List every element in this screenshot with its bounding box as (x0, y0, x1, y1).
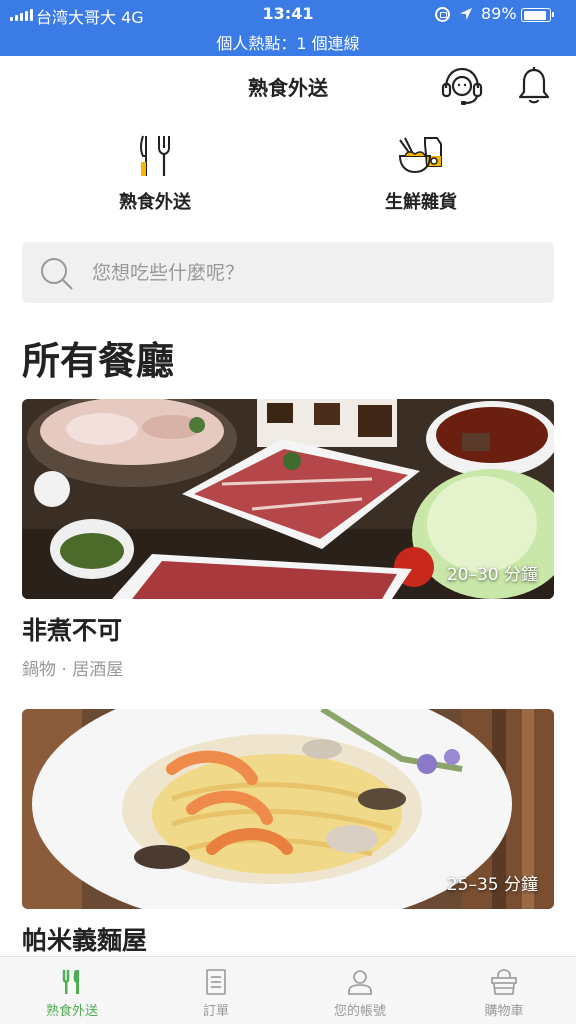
battery-percent: 89% (481, 4, 517, 23)
nav-label: 您的帳號 (333, 1004, 386, 1019)
page-title: 熟食外送 (248, 76, 328, 100)
basket-icon (491, 969, 517, 995)
category-grocery[interactable]: 生鮮雜貨 (331, 132, 511, 222)
utensils-icon (140, 135, 170, 176)
nav-label: 訂單 (202, 1004, 229, 1019)
restaurant-card[interactable]: 20–30 分鐘 非煮不可 鍋物 · 居酒屋 (22, 399, 554, 680)
rotation-lock-icon (435, 7, 450, 22)
person-icon (348, 970, 372, 995)
section-title: 所有餐廳 (22, 339, 175, 383)
delivery-eta: 25–35 分鐘 (446, 875, 538, 895)
nav-label: 熟食外送 (45, 1004, 98, 1019)
nav-cart[interactable]: 購物車 (432, 957, 576, 1024)
bottom-nav: 熟食外送 訂單 您的帳號 購物車 (0, 956, 576, 1024)
restaurant-photo: 25–35 分鐘 (22, 709, 554, 909)
restaurant-card[interactable]: 25–35 分鐘 帕米義麵屋 (22, 709, 554, 957)
nav-food-delivery[interactable]: 熟食外送 (0, 957, 144, 1024)
restaurant-name: 帕米義麵屋 (22, 926, 148, 955)
category-label: 熟食外送 (119, 192, 191, 213)
bell-icon (518, 67, 550, 104)
app-header: 熟食外送 (0, 56, 576, 116)
support-button[interactable] (440, 66, 484, 106)
category-label: 生鮮雜貨 (385, 192, 457, 213)
nav-orders[interactable]: 訂單 (144, 957, 288, 1024)
status-bar: 台湾大哥大 4G 13:41 89% 個人熱點：1 個連線 (0, 0, 576, 56)
restaurant-photo: 20–30 分鐘 (22, 399, 554, 599)
search-bar[interactable] (22, 242, 554, 303)
nav-label: 購物車 (484, 1004, 524, 1019)
battery-icon (521, 8, 554, 22)
location-arrow-icon (460, 8, 472, 20)
notification-button[interactable] (514, 66, 554, 106)
headset-icon (441, 67, 483, 105)
restaurant-name: 非煮不可 (22, 616, 123, 645)
search-input[interactable] (92, 242, 532, 303)
hotspot-banner[interactable]: 個人熱點：1 個連線 (0, 30, 576, 54)
category-food-delivery[interactable]: 熟食外送 (65, 132, 245, 222)
delivery-eta: 20–30 分鐘 (446, 565, 538, 585)
grocery-bowl-icon (398, 137, 442, 174)
receipt-icon (206, 969, 226, 995)
restaurant-tags: 鍋物 · 居酒屋 (22, 660, 124, 680)
utensils-icon (62, 970, 79, 994)
search-icon (41, 258, 73, 290)
nav-account[interactable]: 您的帳號 (288, 957, 432, 1024)
